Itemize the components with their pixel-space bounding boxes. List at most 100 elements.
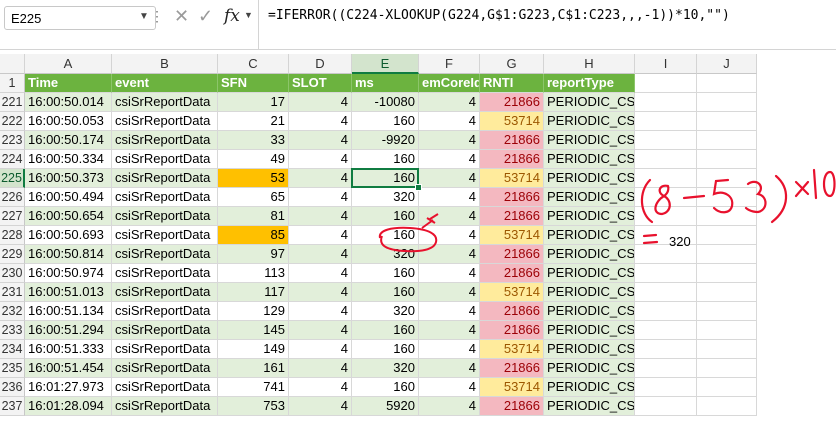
table-cell[interactable]: csiSrReportData [112,302,218,321]
table-cell[interactable]: 117 [218,283,289,302]
table-cell[interactable]: 4 [419,340,480,359]
table-cell[interactable]: 21866 [480,302,544,321]
table-cell[interactable] [635,131,697,150]
header-cell[interactable] [635,74,697,93]
header-cell[interactable] [697,74,757,93]
table-cell[interactable]: 17 [218,93,289,112]
table-cell[interactable] [697,378,757,397]
column-header-g[interactable]: G [480,54,544,74]
table-cell[interactable]: 4 [289,245,352,264]
table-cell[interactable]: PERIODIC_CSI [544,321,635,340]
header-cell[interactable]: ms [352,74,419,93]
table-cell[interactable]: 149 [218,340,289,359]
row-header[interactable]: 236 [0,378,25,397]
table-cell[interactable] [697,264,757,283]
table-cell[interactable]: PERIODIC_CSI [544,188,635,207]
table-cell[interactable]: 33 [218,131,289,150]
table-cell[interactable]: 16:01:28.094 [25,397,112,416]
table-cell[interactable]: 53714 [480,226,544,245]
table-cell[interactable]: 21866 [480,207,544,226]
table-cell[interactable]: 4 [419,112,480,131]
table-cell[interactable]: 49 [218,150,289,169]
table-cell[interactable]: 21866 [480,359,544,378]
table-cell[interactable]: 320 [352,359,419,378]
column-header-d[interactable]: D [289,54,352,74]
column-header-f[interactable]: F [419,54,480,74]
table-cell[interactable]: 320 [352,245,419,264]
table-cell[interactable]: PERIODIC_CSI [544,340,635,359]
column-header-j[interactable]: J [697,54,757,74]
table-cell[interactable]: 4 [289,302,352,321]
table-cell[interactable]: 129 [218,302,289,321]
table-cell[interactable]: 4 [289,283,352,302]
table-cell[interactable]: 4 [419,169,480,188]
formula-input[interactable]: =IFERROR((C224-XLOOKUP(G224,G$1:G223,C$1… [268,8,730,23]
table-cell[interactable]: csiSrReportData [112,169,218,188]
table-cell[interactable]: 5920 [352,397,419,416]
table-cell[interactable]: 53714 [480,283,544,302]
table-cell[interactable]: csiSrReportData [112,207,218,226]
table-cell[interactable] [697,283,757,302]
table-cell[interactable]: 320 [352,188,419,207]
table-cell[interactable]: 21866 [480,264,544,283]
table-cell[interactable]: -9920 [352,131,419,150]
table-cell[interactable] [635,93,697,112]
table-cell[interactable]: 4 [419,264,480,283]
table-cell[interactable]: 160 [352,340,419,359]
table-cell[interactable]: 16:00:50.373 [25,169,112,188]
table-cell[interactable]: 21 [218,112,289,131]
column-header-c[interactable]: C [218,54,289,74]
table-cell[interactable]: csiSrReportData [112,397,218,416]
table-cell[interactable]: 4 [419,283,480,302]
table-cell[interactable]: 4 [289,378,352,397]
table-cell[interactable]: PERIODIC_CSI [544,131,635,150]
header-cell[interactable]: SLOT [289,74,352,93]
table-cell[interactable] [635,378,697,397]
table-cell[interactable]: PERIODIC_CSI [544,359,635,378]
more-options-icon[interactable]: ⋮ [150,8,164,25]
chevron-down-icon[interactable]: ▼ [244,10,253,20]
table-cell[interactable] [697,321,757,340]
row-header[interactable]: 228 [0,226,25,245]
table-cell[interactable] [635,397,697,416]
table-cell[interactable]: 4 [419,359,480,378]
select-all-corner[interactable] [0,54,25,74]
table-cell[interactable]: PERIODIC_CSI [544,283,635,302]
table-cell[interactable]: 16:00:51.294 [25,321,112,340]
table-cell[interactable]: 16:01:27.973 [25,378,112,397]
table-cell[interactable] [635,283,697,302]
table-cell[interactable] [697,169,757,188]
table-cell[interactable] [697,359,757,378]
table-cell[interactable]: PERIODIC_CSI [544,169,635,188]
table-cell[interactable]: PERIODIC_CSI [544,226,635,245]
table-cell[interactable]: 21866 [480,150,544,169]
table-cell[interactable] [697,93,757,112]
row-header[interactable]: 227 [0,207,25,226]
table-cell[interactable]: 160 [352,207,419,226]
table-cell[interactable]: 16:00:51.454 [25,359,112,378]
table-cell[interactable] [697,302,757,321]
table-cell[interactable]: 16:00:51.333 [25,340,112,359]
table-cell[interactable]: 21866 [480,397,544,416]
table-cell[interactable]: 85 [218,226,289,245]
table-cell[interactable]: PERIODIC_CSI [544,302,635,321]
table-cell[interactable]: 160 [352,112,419,131]
table-cell[interactable] [635,321,697,340]
table-cell[interactable]: csiSrReportData [112,150,218,169]
row-header[interactable]: 229 [0,245,25,264]
insert-function-icon[interactable]: fx [224,6,240,26]
column-header-b[interactable]: B [112,54,218,74]
header-cell[interactable]: Time [25,74,112,93]
table-cell[interactable]: PERIODIC_CSI [544,112,635,131]
table-cell[interactable]: 4 [289,359,352,378]
row-header[interactable]: 237 [0,397,25,416]
table-cell[interactable]: PERIODIC_CSI [544,264,635,283]
table-cell[interactable]: 16:00:50.174 [25,131,112,150]
table-cell[interactable]: 4 [419,302,480,321]
row-header[interactable]: 233 [0,321,25,340]
table-cell[interactable]: PERIODIC_CSI [544,93,635,112]
row-header-1[interactable]: 1 [0,74,25,93]
table-cell[interactable]: 4 [289,321,352,340]
table-cell[interactable]: 16:00:50.494 [25,188,112,207]
header-cell[interactable]: event [112,74,218,93]
